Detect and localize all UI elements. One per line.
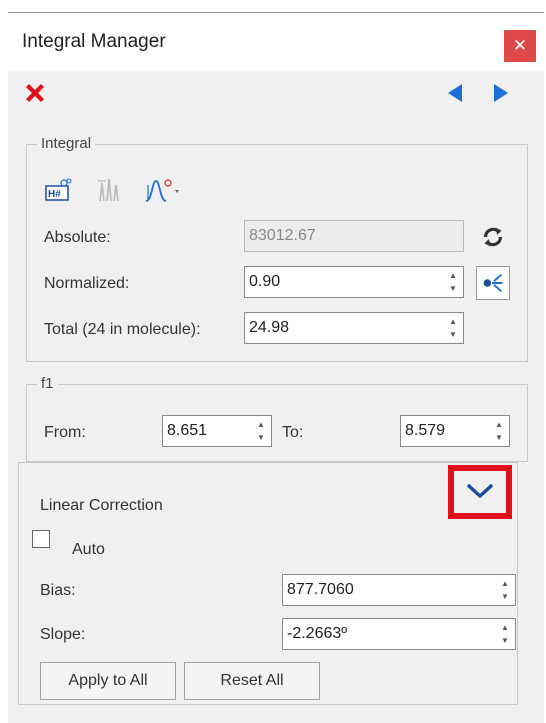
close-button[interactable]: ✕ <box>504 30 536 62</box>
to-value: 8.579 <box>405 422 446 439</box>
total-value: 24.98 <box>249 319 290 336</box>
reset-all-button[interactable]: Reset All <box>184 662 320 700</box>
title-bar: Integral Manager ✕ <box>8 13 544 71</box>
f1-legend: f1 <box>37 375 58 392</box>
slope-spinner[interactable]: ▲ ▼ <box>499 623 511 645</box>
delete-icon[interactable] <box>22 80 48 106</box>
apply-to-all-button[interactable]: Apply to All <box>40 662 176 700</box>
normalized-field[interactable]: 0.90 ▲ ▼ <box>244 266 464 298</box>
distribute-icon <box>483 273 503 293</box>
normalize-button[interactable] <box>476 266 510 300</box>
normalized-label: Normalized: <box>44 275 130 292</box>
from-spinner[interactable]: ▲ ▼ <box>255 420 267 442</box>
collapse-toggle-highlight[interactable] <box>448 465 512 519</box>
previous-icon[interactable] <box>444 82 466 104</box>
slope-field[interactable]: -2.2663º ▲ ▼ <box>282 618 516 650</box>
bias-value: 877.7060 <box>287 581 354 598</box>
multiplet-icon[interactable] <box>96 177 124 203</box>
to-field[interactable]: 8.579 ▲ ▼ <box>400 415 510 447</box>
from-field[interactable]: 8.651 ▲ ▼ <box>162 415 272 447</box>
normalized-value: 0.90 <box>249 273 281 290</box>
h-number-icon[interactable]: H# <box>44 178 72 202</box>
bias-label: Bias: <box>40 582 76 599</box>
normalized-spinner[interactable]: ▲ ▼ <box>447 271 459 293</box>
slope-label: Slope: <box>40 626 86 643</box>
svg-text:H#: H# <box>48 189 61 200</box>
total-label: Total (24 in molecule): <box>44 321 201 338</box>
slope-value: -2.2663º <box>287 625 348 642</box>
chevron-down-icon <box>467 484 493 498</box>
bias-field[interactable]: 877.7060 ▲ ▼ <box>282 574 516 606</box>
from-value: 8.651 <box>167 422 208 439</box>
next-icon[interactable] <box>490 82 512 104</box>
absolute-value: 83012.67 <box>249 227 316 244</box>
absolute-label: Absolute: <box>44 229 111 246</box>
to-label: To: <box>282 424 304 441</box>
from-label: From: <box>44 424 86 441</box>
integral-curve-icon[interactable] <box>144 177 184 203</box>
to-spinner[interactable]: ▲ ▼ <box>493 420 505 442</box>
auto-label: Auto <box>72 541 105 558</box>
absolute-field: 83012.67 <box>244 220 464 252</box>
linear-correction-title: Linear Correction <box>40 497 163 514</box>
auto-checkbox[interactable] <box>32 530 50 548</box>
total-field[interactable]: 24.98 ▲ ▼ <box>244 312 464 344</box>
bias-spinner[interactable]: ▲ ▼ <box>499 579 511 601</box>
total-spinner[interactable]: ▲ ▼ <box>447 317 459 339</box>
integral-legend: Integral <box>37 135 96 152</box>
refresh-icon[interactable] <box>478 222 508 252</box>
window-title: Integral Manager <box>22 31 166 52</box>
